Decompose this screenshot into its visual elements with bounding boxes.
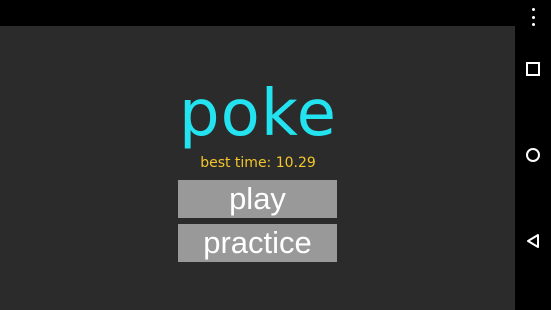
overflow-dot (531, 23, 535, 26)
home-button[interactable] (520, 142, 546, 168)
app-screen: poke best time: 10.29 play practice (0, 0, 551, 310)
back-button[interactable] (520, 228, 546, 254)
game-title: poke (179, 77, 337, 151)
recent-apps-button[interactable] (520, 56, 546, 82)
best-time-label: best time: 10.29 (200, 155, 316, 171)
overflow-menu-icon[interactable] (526, 8, 540, 26)
home-icon (526, 148, 540, 162)
back-icon (527, 234, 539, 248)
overflow-dot (531, 8, 535, 11)
status-bar (0, 0, 551, 26)
overflow-dot (531, 15, 535, 19)
play-button[interactable]: play (178, 180, 337, 218)
practice-button[interactable]: practice (178, 224, 337, 262)
recent-apps-icon (526, 62, 540, 76)
